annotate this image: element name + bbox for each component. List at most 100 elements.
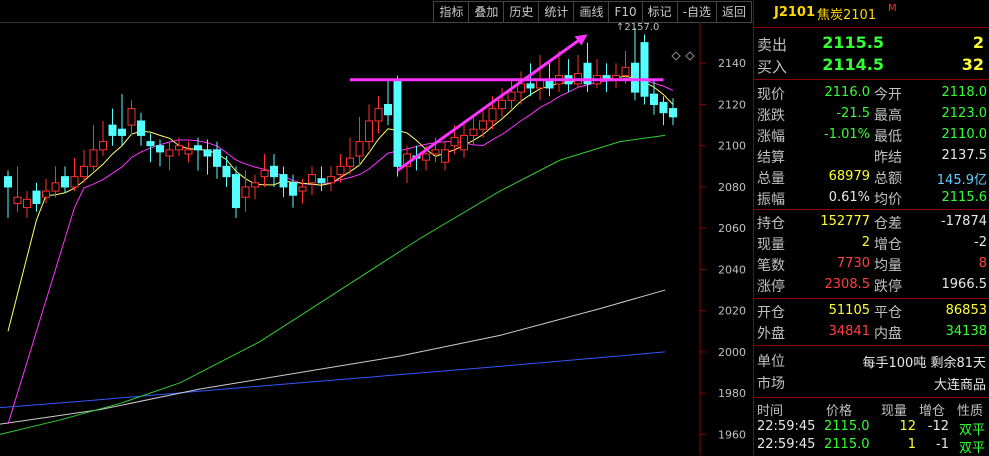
candle-body [422,153,430,161]
quote-label-rows-5-b: 均价 [874,192,902,208]
toolbar-button-8[interactable]: 返回 [715,1,752,23]
quote-value-rows-5-b: 2115.6 [941,190,988,205]
quote-value-rows2-3-b: 1966.5 [941,277,988,292]
quote-value-rows3-0-b: 86853 [945,303,987,318]
candle-body [336,165,345,176]
quote-label-rows3-0-b: 平仓 [874,305,902,321]
quote-label-rows-5-a: 振幅 [757,192,785,208]
candle-body [317,178,326,184]
kline-chart[interactable]: 1960 1980 2000 2020 2040 2060 2080 2100 2120 2140… [0,22,753,455]
candle-body [279,174,288,188]
quote-value-rows2-1-b: -2 [974,235,987,250]
buy-label: 买入 [757,58,788,76]
quote-value-rows3-1-a: 34841 [828,324,870,339]
toolbar-button-0[interactable]: 指标 [433,1,469,23]
candle-body [99,141,107,151]
tick-volume: 1 [907,437,916,452]
ma10-line [7,77,674,425]
quote-value-rows-4-b: 145.9亿 [936,173,987,188]
candle-body [526,83,535,89]
quote-value-rows-0-b: 2118.0 [941,85,988,100]
candle-body [80,165,88,178]
candle-body [4,176,12,188]
candle-body [479,120,487,130]
candle-body [13,196,22,204]
diamond-icon [671,51,681,61]
quote-label-rows2-1-a: 现量 [757,237,785,253]
unit-value: 每手100吨 剩余81天 [862,356,987,371]
candle-body [108,124,117,136]
y-tick-label: 1960 [718,428,746,441]
candle-body [260,169,269,178]
candle-body [222,165,231,178]
candle-body [175,145,183,151]
quote-label-rows2-2-b: 均量 [874,258,902,274]
buy-price: 2114.5 [822,55,884,74]
quote-value-rows2-0-a: 152777 [820,214,870,229]
candle-body [365,120,373,143]
quote-label-rows3-1-a: 外盘 [757,326,785,342]
toolbar-button-2[interactable]: 历史 [503,1,539,23]
candle-body [374,108,383,122]
quote-value-rows-3-b: 2137.5 [941,148,988,163]
candle-body [450,136,459,147]
tick-nature: 双平 [959,441,986,456]
candle-body [669,108,677,118]
sell-price: 2115.5 [822,33,884,52]
candle-body [488,108,497,122]
candle-body [165,149,174,157]
toolbar-button-4[interactable]: 画线 [573,1,609,23]
tick-price: 2115.0 [824,437,870,452]
candle-body [127,108,136,126]
toolbar-button-7[interactable]: -自选 [676,1,716,23]
y-tick-label: 2020 [718,305,746,318]
tick-oi: -1 [936,437,949,452]
y-tick-label: 2080 [718,181,746,194]
quote-label-rows-1-b: 最高 [874,108,902,124]
candle-body [251,182,259,188]
candle-body [70,176,79,188]
quote-label-rows-4-b: 总额 [874,171,902,187]
sell-volume: 2 [972,33,984,52]
quote-label-rows-0-b: 今开 [874,87,902,103]
quote-label-rows2-3-b: 跌停 [874,279,902,295]
candle-body [203,149,212,157]
toolbar-button-3[interactable]: 统计 [538,1,574,23]
candle-body [460,134,468,151]
sep-5 [754,397,989,398]
tick-volume: 12 [899,419,916,434]
quote-label-rows3-1-b: 内盘 [874,326,902,342]
quote-value-rows2-3-a: 2308.5 [824,277,871,292]
y-tick-label: 1980 [718,387,746,400]
tick-header-3: 增仓 [919,404,946,419]
quote-value-rows-1-a: -21.5 [836,106,870,121]
quote-value-rows-0-a: 2116.0 [824,85,871,100]
quote-label-rows-3-b: 昨结 [874,150,902,166]
quote-value-rows-4-a: 68979 [828,169,870,184]
candle-body [298,186,307,192]
quote-value-rows-5-a: 0.61% [828,190,870,205]
contract-name: 焦炭2101 [817,8,877,23]
kline-svg[interactable]: 1960 1980 2000 2020 2040 2060 2080 2100 2120 2140… [0,22,753,455]
toolbar-button-1[interactable]: 叠加 [468,1,504,23]
tick-time: 22:59:45 [757,419,816,434]
toolbar-button-6[interactable]: 标记 [641,1,677,23]
diamond-icon [685,51,695,61]
candle-body [640,42,649,97]
candle-body [232,174,240,209]
ma120-line [0,351,666,409]
toolbar-button-5[interactable]: F10 [608,1,642,23]
high-price-label: ↑2157.0 [616,22,659,33]
candle-body [346,157,354,167]
candle-body [89,149,98,167]
ma5-line [7,75,674,332]
candle-body [32,190,41,204]
sep-1 [754,79,989,80]
quote-label-rows2-0-b: 仓差 [874,216,902,232]
quote-label-rows-1-a: 涨跌 [757,108,785,124]
y-tick-label: 2120 [718,98,746,111]
candle-body [23,198,31,209]
y-tick-label: 2000 [718,346,746,359]
candle-body [327,176,335,184]
candle-body [118,128,126,136]
